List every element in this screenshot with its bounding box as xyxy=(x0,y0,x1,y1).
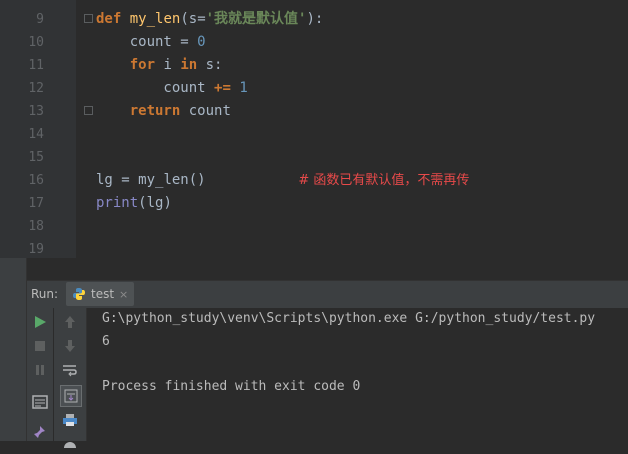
code-line[interactable]: 12 count += 1 xyxy=(0,77,628,100)
editor-bottom-space xyxy=(0,258,628,280)
line-number: 11 xyxy=(28,58,44,73)
code-line[interactable]: 17 print(lg) xyxy=(0,192,628,215)
line-number: 9 xyxy=(36,12,44,27)
code-line[interactable]: 19 xyxy=(0,238,628,258)
line-number: 19 xyxy=(28,242,44,257)
scroll-to-end-icon[interactable] xyxy=(60,385,82,407)
code-line[interactable]: 10 count = 0 xyxy=(0,31,628,54)
code-line[interactable]: 14 xyxy=(0,123,628,146)
soft-wrap-icon[interactable] xyxy=(60,360,80,380)
python-icon xyxy=(73,288,85,300)
code-text[interactable]: print(lg) xyxy=(96,192,172,215)
code-text[interactable]: for i in s: xyxy=(96,54,223,77)
code-text[interactable]: return count xyxy=(96,100,231,123)
close-icon[interactable]: × xyxy=(119,288,128,301)
play-icon[interactable] xyxy=(30,312,50,332)
pin-icon[interactable] xyxy=(30,422,50,442)
line-number: 14 xyxy=(28,127,44,142)
line-number: 15 xyxy=(28,150,44,165)
line-number: 18 xyxy=(28,219,44,234)
stop-icon[interactable] xyxy=(30,336,50,356)
print-icon[interactable] xyxy=(60,410,80,430)
fold-marker-icon[interactable] xyxy=(84,14,93,23)
code-text[interactable]: lg = my_len() # 函数已有默认值，不需再传 xyxy=(96,169,469,192)
line-number: 12 xyxy=(28,81,44,96)
code-text[interactable]: def my_len(s='我就是默认值'): xyxy=(96,8,323,31)
console-line-exit: Process finished with exit code 0 xyxy=(102,379,361,394)
line-number: 17 xyxy=(28,196,44,211)
line-number: 16 xyxy=(28,173,44,188)
code-line[interactable]: 9 def my_len(s='我就是默认值'): xyxy=(0,8,628,31)
run-tab-test[interactable]: test × xyxy=(66,282,135,306)
fold-end-icon[interactable] xyxy=(84,106,93,115)
layout-icon[interactable] xyxy=(30,392,50,412)
code-editor[interactable]: 9 def my_len(s='我就是默认值'): 10 count = 0 11 f… xyxy=(0,0,628,258)
code-text[interactable]: count = 0 xyxy=(96,31,206,54)
arrow-up-icon[interactable] xyxy=(60,312,80,332)
console-line-command: G:\python_study\venv\Scripts\python.exe … xyxy=(102,311,596,326)
pause-icon[interactable] xyxy=(30,360,50,380)
left-tool-window-bar xyxy=(0,258,27,441)
run-actions-secondary xyxy=(54,308,87,448)
run-toolbar: Run: test × xyxy=(0,280,628,309)
console-line-output: 6 xyxy=(102,334,110,349)
run-actions-primary xyxy=(27,308,53,441)
code-line[interactable]: 18 xyxy=(0,215,628,238)
code-line[interactable]: 11 for i in s: xyxy=(0,54,628,77)
code-line[interactable]: 16 lg = my_len() # 函数已有默认值，不需再传 xyxy=(0,169,628,192)
code-line[interactable]: 13 return count xyxy=(0,100,628,123)
line-number: 13 xyxy=(28,104,44,119)
console-output[interactable]: G:\python_study\venv\Scripts\python.exe … xyxy=(87,308,628,441)
code-text[interactable]: count += 1 xyxy=(96,77,247,100)
run-tab-label: test xyxy=(91,287,115,301)
run-label: Run: xyxy=(31,287,59,301)
line-number: 10 xyxy=(28,35,44,50)
arrow-down-icon[interactable] xyxy=(60,336,80,356)
settings-icon[interactable] xyxy=(60,434,80,454)
code-line[interactable]: 15 xyxy=(0,146,628,169)
